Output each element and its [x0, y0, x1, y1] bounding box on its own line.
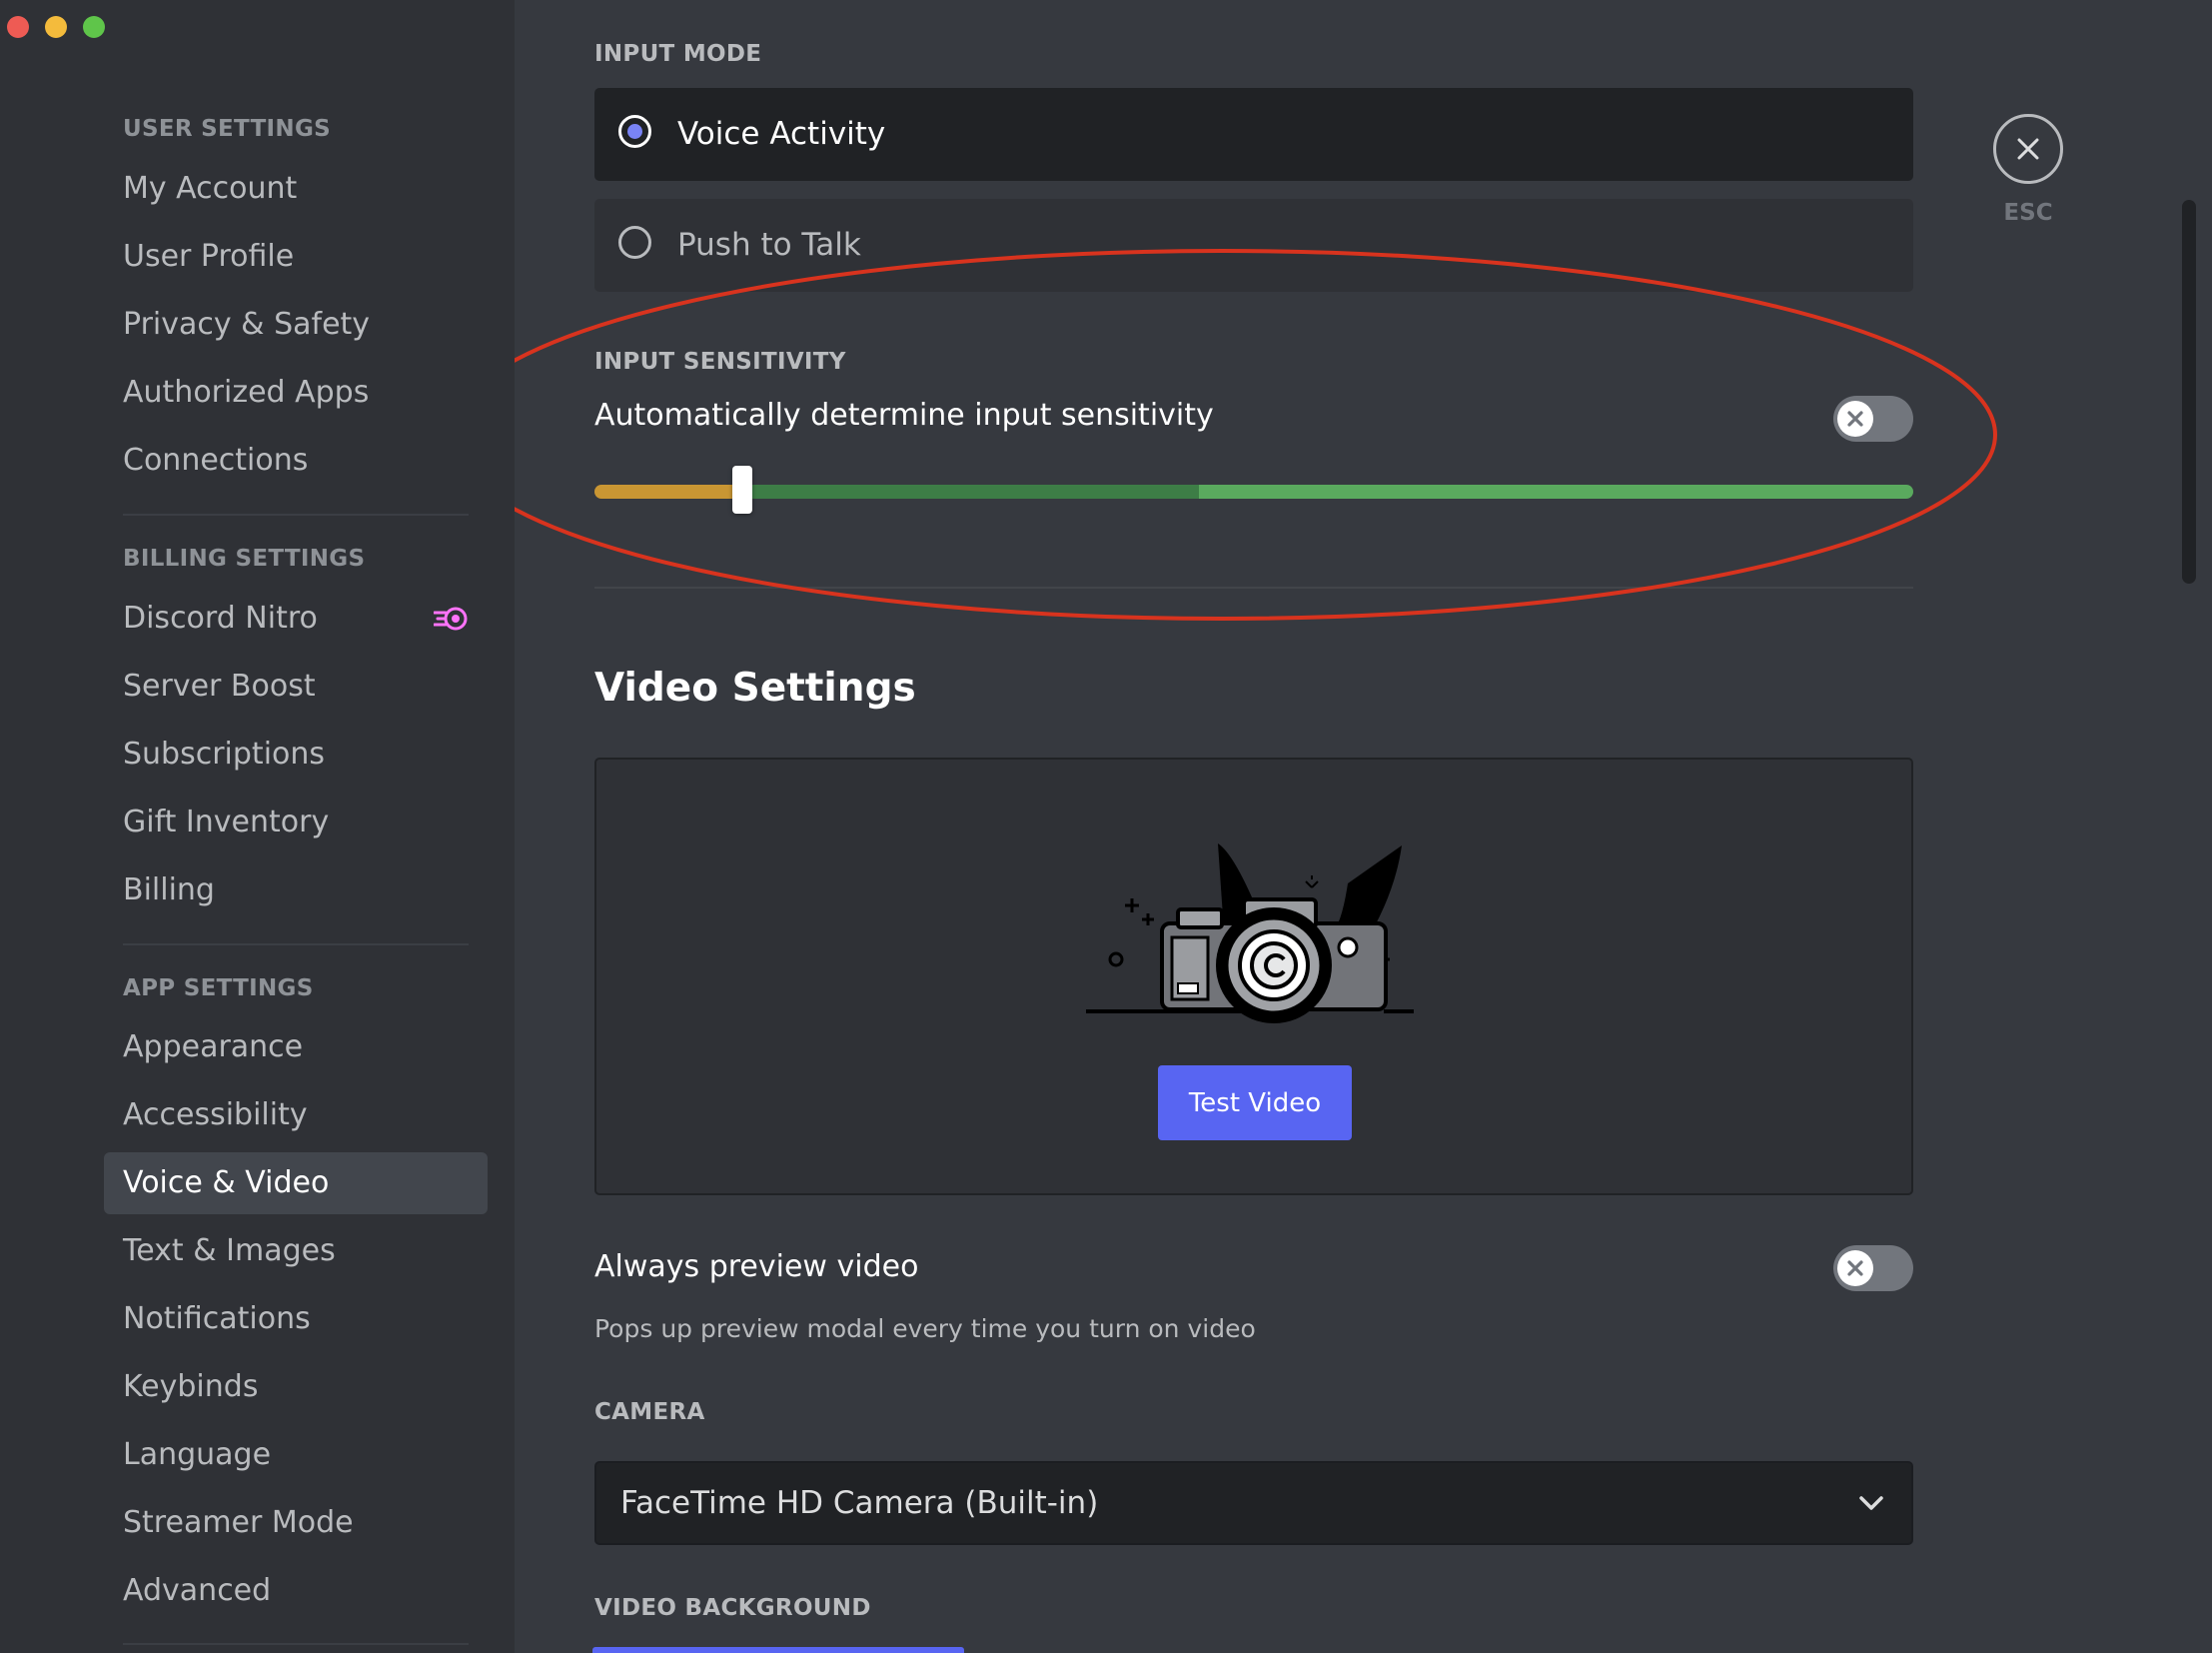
- sidebar-item-label: Accessibility: [123, 1097, 308, 1132]
- sidebar-item-server-boost[interactable]: Server Boost: [104, 656, 488, 718]
- sidebar-item-label: Connections: [123, 443, 309, 478]
- always-preview-toggle[interactable]: [1833, 1245, 1913, 1291]
- sidebar-item-user-profile[interactable]: User Profile: [104, 226, 488, 288]
- scrollbar-thumb[interactable]: [2182, 200, 2196, 584]
- radio-selected-icon: [618, 115, 651, 148]
- sidebar-item-gift-inventory[interactable]: Gift Inventory: [104, 792, 488, 853]
- slider-mid-segment: [742, 485, 1199, 499]
- sidebar-item-label: My Account: [123, 171, 298, 206]
- nitro-icon: [434, 607, 468, 631]
- test-video-button[interactable]: Test Video: [1158, 1065, 1352, 1140]
- video-background-header: VIDEO BACKGROUND: [594, 1595, 871, 1621]
- sidebar-item-accessibility[interactable]: Accessibility: [104, 1084, 488, 1146]
- sidebar-item-label: Discord Nitro: [123, 601, 318, 636]
- input-mode-header: INPUT MODE: [594, 41, 762, 67]
- slider-high-segment: [1199, 485, 1913, 499]
- close-icon: [2017, 138, 2039, 160]
- sidebar-item-authorized-apps[interactable]: Authorized Apps: [104, 362, 488, 424]
- auto-sensitivity-toggle[interactable]: [1833, 396, 1913, 442]
- radio-label: Voice Activity: [677, 116, 886, 152]
- app-settings-header: APP SETTINGS: [123, 975, 314, 1001]
- sidebar-divider: [123, 943, 469, 945]
- sidebar-item-privacy-safety[interactable]: Privacy & Safety: [104, 294, 488, 356]
- toggle-knob: [1837, 401, 1873, 437]
- input-sensitivity-header: INPUT SENSITIVITY: [594, 349, 846, 375]
- sensitivity-slider-track[interactable]: [594, 485, 1913, 499]
- sensitivity-slider-handle[interactable]: [732, 466, 752, 514]
- sidebar-item-subscriptions[interactable]: Subscriptions: [104, 724, 488, 786]
- video-preview-box: Test Video: [594, 758, 1913, 1195]
- sidebar-item-label: Streamer Mode: [123, 1505, 354, 1540]
- sidebar-item-appearance[interactable]: Appearance: [104, 1016, 488, 1078]
- sidebar-item-label: Privacy & Safety: [123, 307, 371, 342]
- sidebar-item-voice-video[interactable]: Voice & Video: [104, 1152, 488, 1214]
- sidebar-item-label: Billing: [123, 872, 215, 907]
- radio-unselected-icon: [618, 226, 651, 259]
- radio-dot: [627, 124, 642, 139]
- sidebar-item-keybinds[interactable]: Keybinds: [104, 1356, 488, 1418]
- camera-select-value: FaceTime HD Camera (Built-in): [620, 1485, 1099, 1521]
- user-settings-header: USER SETTINGS: [123, 116, 332, 142]
- radio-label: Push to Talk: [677, 227, 861, 263]
- window-minimize-dot[interactable]: [45, 16, 67, 38]
- sidebar-item-notifications[interactable]: Notifications: [104, 1288, 488, 1350]
- sidebar-item-label: Text & Images: [123, 1233, 336, 1268]
- section-divider: [594, 587, 1913, 589]
- sidebar-divider: [123, 1643, 469, 1645]
- billing-settings-header: BILLING SETTINGS: [123, 546, 366, 572]
- always-preview-label: Always preview video: [594, 1249, 919, 1284]
- sidebar-item-connections[interactable]: Connections: [104, 430, 488, 492]
- always-preview-description: Pops up preview modal every time you tur…: [594, 1314, 1256, 1343]
- video-settings-title: Video Settings: [594, 666, 916, 711]
- sidebar-item-label: Appearance: [123, 1029, 304, 1064]
- radio-voice-activity[interactable]: Voice Activity: [594, 88, 1913, 181]
- sidebar-item-discord-nitro[interactable]: Discord Nitro: [104, 588, 488, 650]
- settings-content: INPUT MODE Voice Activity Push to Talk I…: [515, 0, 2212, 1653]
- video-background-option[interactable]: [592, 1647, 964, 1653]
- camera-header: CAMERA: [594, 1399, 705, 1425]
- sidebar-item-label: Voice & Video: [123, 1165, 330, 1200]
- sidebar-item-label: Server Boost: [123, 669, 316, 704]
- window-close-dot[interactable]: [7, 16, 29, 38]
- sidebar-item-my-account[interactable]: My Account: [104, 158, 488, 220]
- x-icon: [1847, 411, 1863, 427]
- sidebar-item-label: User Profile: [123, 239, 295, 274]
- sidebar-divider: [123, 514, 469, 516]
- auto-sensitivity-label: Automatically determine input sensitivit…: [594, 398, 1214, 433]
- toggle-knob: [1837, 1250, 1873, 1286]
- window-zoom-dot[interactable]: [83, 16, 105, 38]
- camera-illustration-icon: [1086, 843, 1414, 1023]
- sidebar-item-label: Keybinds: [123, 1369, 259, 1404]
- sidebar-item-streamer-mode[interactable]: Streamer Mode: [104, 1492, 488, 1554]
- sidebar-item-text-images[interactable]: Text & Images: [104, 1220, 488, 1282]
- sidebar-item-advanced[interactable]: Advanced: [104, 1560, 488, 1622]
- settings-sidebar: USER SETTINGS My Account User Profile Pr…: [0, 0, 515, 1653]
- x-icon: [1847, 1260, 1863, 1276]
- slider-low-segment: [594, 485, 742, 499]
- sidebar-item-billing[interactable]: Billing: [104, 859, 488, 921]
- camera-select[interactable]: FaceTime HD Camera (Built-in): [594, 1461, 1913, 1545]
- sidebar-item-label: Gift Inventory: [123, 805, 330, 839]
- esc-label: ESC: [2003, 200, 2053, 226]
- radio-push-to-talk[interactable]: Push to Talk: [594, 199, 1913, 292]
- chevron-down-icon: [1859, 1496, 1883, 1510]
- sidebar-item-label: Language: [123, 1437, 272, 1472]
- sidebar-item-label: Subscriptions: [123, 737, 326, 772]
- sidebar-item-label: Notifications: [123, 1301, 311, 1336]
- sidebar-item-label: Advanced: [123, 1573, 272, 1608]
- close-settings-button[interactable]: [1993, 114, 2063, 184]
- sidebar-item-language[interactable]: Language: [104, 1424, 488, 1486]
- sidebar-item-label: Authorized Apps: [123, 375, 370, 410]
